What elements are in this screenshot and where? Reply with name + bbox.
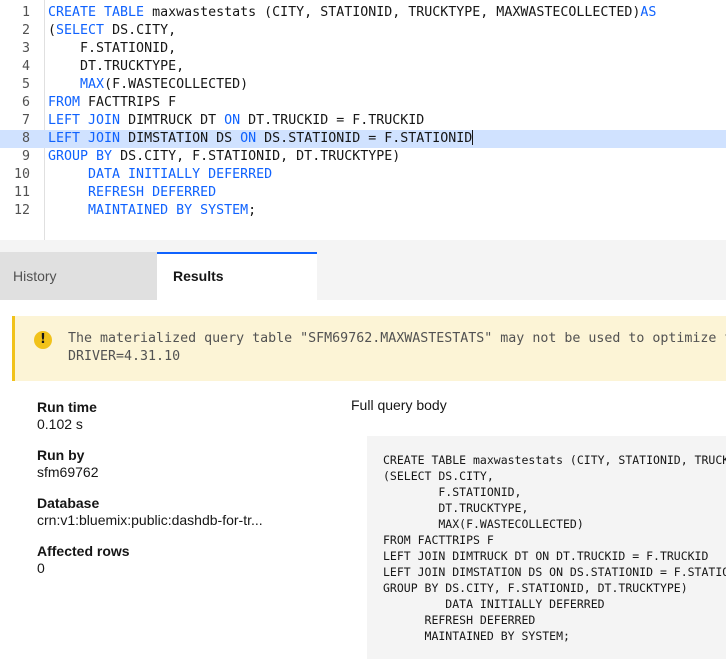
database-label: Database <box>37 495 100 511</box>
warning-message: The materialized query table "SFM69762.M… <box>68 330 726 366</box>
sql-token: DIMSTATION DS <box>128 131 241 146</box>
sql-keyword: REFRESH DEFERRED <box>48 185 217 200</box>
line-number: 11 <box>13 185 30 200</box>
sql-keyword: LEFT JOIN <box>48 113 129 128</box>
warning-icon: ! <box>34 331 52 349</box>
code-line[interactable]: 10 DATA INITIALLY DEFERRED <box>0 166 726 184</box>
sql-keyword: GROUP BY <box>48 149 121 164</box>
code-text: REFRESH DEFERRED <box>48 184 216 202</box>
code-line[interactable]: 2 (SELECT DS.CITY, <box>0 22 726 40</box>
sql-token: ( <box>48 23 57 38</box>
sql-keyword: SELECT <box>56 23 113 38</box>
sql-token: DT.TRUCKTYPE, <box>48 59 185 74</box>
sql-keyword: ON <box>240 131 265 146</box>
line-number: 2 <box>21 23 30 38</box>
code-line[interactable]: 3 F.STATIONID, <box>0 40 726 58</box>
tab-results[interactable]: Results <box>157 252 317 300</box>
sql-keyword: ON <box>224 113 249 128</box>
code-text: DATA INITIALLY DEFERRED <box>48 166 272 184</box>
line-number: 1 <box>21 5 30 20</box>
full-query-body[interactable]: CREATE TABLE maxwastestats (CITY, STATIO… <box>367 436 726 659</box>
code-text: GROUP BY DS.CITY, F.STATIONID, DT.TRUCKT… <box>48 148 400 166</box>
code-text: LEFT JOIN DIMTRUCK DT ON DT.TRUCKID = F.… <box>48 112 424 130</box>
sql-token: DIMTRUCK DT <box>128 113 225 128</box>
code-line[interactable]: 11 REFRESH DEFERRED <box>0 184 726 202</box>
code-text: MAINTAINED BY SYSTEM; <box>48 202 256 220</box>
affected-rows-label: Affected rows <box>37 543 130 559</box>
sql-keyword: MAINTAINED BY SYSTEM <box>48 203 249 218</box>
line-number: 8 <box>21 131 30 146</box>
result-tabs: History Results <box>0 252 726 300</box>
sql-token: (F.WASTECOLLECTED) <box>104 77 249 92</box>
run-time-value: 0.102 s <box>37 416 83 432</box>
affected-rows-value: 0 <box>37 560 45 576</box>
full-query-title: Full query body <box>351 397 447 413</box>
line-number: 9 <box>21 149 30 164</box>
code-text: (SELECT DS.CITY, <box>48 22 176 40</box>
sql-keyword: AS <box>640 5 657 20</box>
database-detail: Database crn:v1:bluemix:public:dashdb-fo… <box>37 495 263 529</box>
sql-token: F.STATIONID, <box>48 41 177 56</box>
sql-keyword: MAX <box>80 77 105 92</box>
code-line[interactable]: 8 LEFT JOIN DIMSTATION DS ON DS.STATIONID… <box>0 130 726 148</box>
warning-line-1: The materialized query table "SFM69762.M… <box>68 331 726 346</box>
sql-keyword: FROM <box>48 95 89 110</box>
sql-token: maxwastestats (CITY, STATIONID, TRUCKTYP… <box>152 5 641 20</box>
sql-keyword: CREATE TABLE <box>48 5 153 20</box>
run-by-detail: Run by sfm69762 <box>37 447 98 481</box>
run-by-value: sfm69762 <box>37 464 99 480</box>
code-line[interactable]: 9 GROUP BY DS.CITY, F.STATIONID, DT.TRUCK… <box>0 148 726 166</box>
line-number: 4 <box>21 59 30 74</box>
code-text: CREATE TABLE maxwastestats (CITY, STATIO… <box>48 4 656 22</box>
code-line[interactable]: 1 CREATE TABLE maxwastestats (CITY, STATI… <box>0 4 726 22</box>
sql-token: FACTTRIPS F <box>88 95 177 110</box>
sql-token: ; <box>248 203 257 218</box>
sql-token: DT.TRUCKID = F.TRUCKID <box>248 113 425 128</box>
code-line[interactable]: 7 LEFT JOIN DIMTRUCK DT ON DT.TRUCKID = F… <box>0 112 726 130</box>
run-time-label: Run time <box>37 399 97 415</box>
line-number: 10 <box>13 167 30 182</box>
sql-token: DS.CITY, F.STATIONID, DT.TRUCKTYPE) <box>120 149 401 164</box>
code-text: F.STATIONID, <box>48 40 176 58</box>
line-number: 7 <box>21 113 30 128</box>
warning-notification: ! The materialized query table "SFM69762… <box>12 316 726 381</box>
full-query-text: CREATE TABLE maxwastestats (CITY, STATIO… <box>383 453 726 643</box>
code-line[interactable]: 6 FROM FACTTRIPS F <box>0 94 726 112</box>
line-number: 3 <box>21 41 30 56</box>
line-number: 12 <box>13 203 30 218</box>
code-text: DT.TRUCKTYPE, <box>48 58 184 76</box>
warning-line-2: DRIVER=4.31.10 <box>68 349 181 364</box>
code-line[interactable]: 12 MAINTAINED BY SYSTEM; <box>0 202 726 220</box>
database-value: crn:v1:bluemix:public:dashdb-for-tr... <box>37 512 263 528</box>
code-text: MAX(F.WASTECOLLECTED) <box>48 76 248 94</box>
editor-divider <box>0 240 726 252</box>
code-line[interactable]: 4 DT.TRUCKTYPE, <box>0 58 726 76</box>
sql-editor[interactable]: 1 CREATE TABLE maxwastestats (CITY, STATI… <box>0 0 726 240</box>
line-number: 5 <box>21 77 30 92</box>
affected-rows-detail: Affected rows 0 <box>37 543 130 577</box>
tab-history[interactable]: History <box>0 252 157 300</box>
sql-keyword: DATA INITIALLY DEFERRED <box>48 167 273 182</box>
run-time-detail: Run time 0.102 s <box>37 399 97 433</box>
sql-token: DS.CITY, <box>112 23 177 38</box>
code-text: LEFT JOIN DIMSTATION DS ON DS.STATIONID … <box>48 130 474 148</box>
code-line[interactable]: 5 MAX(F.WASTECOLLECTED) <box>0 76 726 94</box>
code-text: FROM FACTTRIPS F <box>48 94 176 112</box>
line-number: 6 <box>21 95 30 110</box>
text-cursor <box>472 130 474 145</box>
sql-token: DS.STATIONID = F.STATIONID <box>264 131 473 146</box>
sql-keyword: LEFT JOIN <box>48 131 129 146</box>
run-by-label: Run by <box>37 447 85 463</box>
